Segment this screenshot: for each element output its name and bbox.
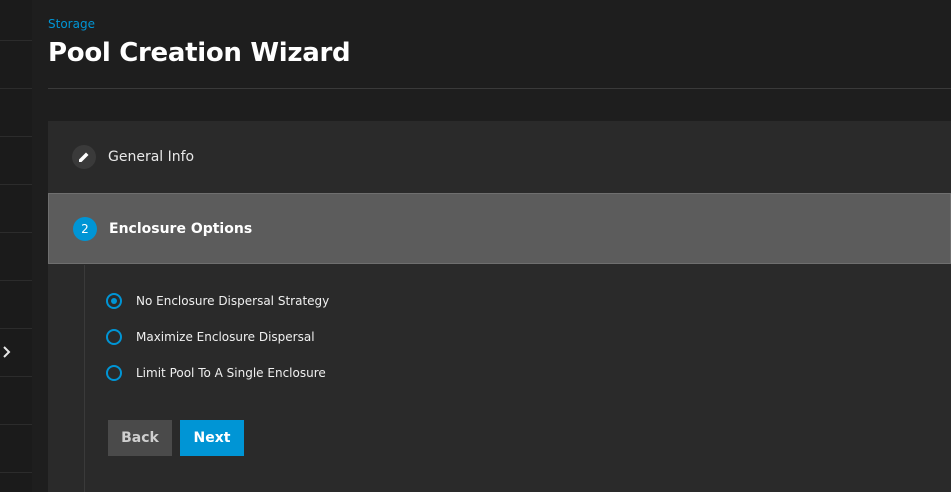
radio-label: Limit Pool To A Single Enclosure [136, 366, 326, 380]
sidebar-divider [0, 88, 32, 89]
sidebar [0, 0, 33, 492]
sidebar-divider [0, 328, 32, 329]
step-label: Enclosure Options [109, 220, 253, 237]
radio-button-unchecked-icon[interactable] [106, 365, 122, 381]
chevron-right-icon [3, 346, 11, 358]
sidebar-divider [0, 136, 32, 137]
back-button[interactable]: Back [108, 420, 172, 456]
step-enclosure-options[interactable]: 2 Enclosure Options [48, 193, 951, 264]
sidebar-divider [0, 40, 32, 41]
step-connector-line [84, 265, 85, 492]
title-divider [48, 88, 951, 89]
step-number-badge: 2 [73, 216, 97, 241]
main-content: Storage Pool Creation Wizard General Inf… [32, 0, 951, 492]
page-title: Pool Creation Wizard [48, 38, 351, 68]
sidebar-expand-button[interactable] [0, 340, 14, 364]
radio-button-checked-icon[interactable] [106, 293, 122, 309]
sidebar-divider [0, 184, 32, 185]
radio-no-enclosure-dispersal[interactable]: No Enclosure Dispersal Strategy [106, 283, 329, 319]
next-button[interactable]: Next [180, 420, 244, 456]
radio-label: No Enclosure Dispersal Strategy [136, 294, 330, 308]
step-general-info[interactable]: General Info [48, 121, 951, 192]
pencil-icon [72, 144, 96, 169]
radio-limit-single-enclosure[interactable]: Limit Pool To A Single Enclosure [106, 355, 329, 391]
sidebar-divider [0, 280, 32, 281]
breadcrumb[interactable]: Storage [48, 17, 95, 31]
sidebar-divider [0, 472, 32, 473]
radio-button-unchecked-icon[interactable] [106, 329, 122, 345]
sidebar-divider [0, 376, 32, 377]
enclosure-radio-group: No Enclosure Dispersal Strategy Maximize… [106, 283, 329, 391]
sidebar-divider [0, 424, 32, 425]
wizard-card: General Info 2 Enclosure Options No Encl… [48, 121, 951, 492]
sidebar-divider [0, 232, 32, 233]
radio-maximize-enclosure-dispersal[interactable]: Maximize Enclosure Dispersal [106, 319, 329, 355]
step-label: General Info [108, 148, 195, 165]
radio-label: Maximize Enclosure Dispersal [136, 330, 315, 344]
